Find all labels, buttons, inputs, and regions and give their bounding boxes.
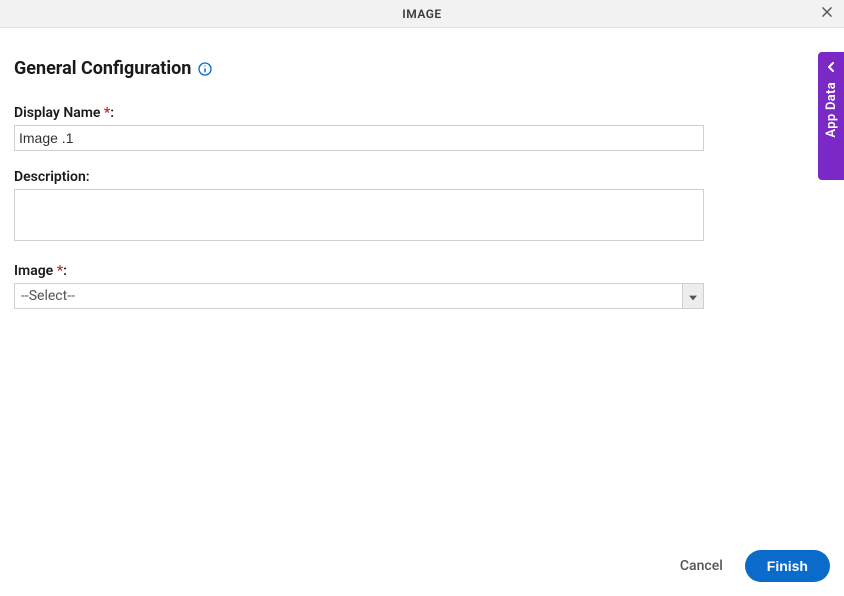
modal-header: IMAGE — [0, 0, 844, 28]
section-title: General Configuration — [14, 58, 191, 79]
side-tab-label: App Data — [824, 82, 839, 138]
close-button[interactable] — [818, 5, 836, 23]
form-content: General Configuration Display Name *: De… — [0, 28, 844, 309]
chevron-left-icon — [824, 60, 838, 74]
cancel-button[interactable]: Cancel — [680, 558, 723, 574]
image-group: Image *: --Select-- — [14, 263, 830, 309]
image-label-text: Image — [14, 263, 53, 279]
finish-button[interactable]: Finish — [745, 550, 830, 582]
label-colon: : — [63, 263, 67, 279]
description-label: Description: — [14, 169, 830, 185]
display-name-group: Display Name *: — [14, 105, 830, 151]
image-label: Image *: — [14, 263, 830, 279]
image-select-display[interactable]: --Select-- — [14, 283, 682, 309]
close-icon — [820, 4, 834, 23]
display-name-label-text: Display Name — [14, 105, 100, 121]
modal-footer: Cancel Finish — [680, 550, 830, 582]
section-header: General Configuration — [14, 58, 830, 79]
image-select[interactable]: --Select-- — [14, 283, 704, 309]
app-data-side-tab[interactable]: App Data — [818, 52, 844, 180]
modal-title: IMAGE — [402, 7, 441, 21]
display-name-input[interactable] — [14, 125, 704, 151]
label-colon: : — [110, 105, 114, 121]
image-select-arrow-button[interactable] — [682, 283, 704, 309]
info-icon[interactable] — [197, 61, 213, 77]
chevron-down-icon — [689, 287, 697, 306]
description-textarea[interactable] — [14, 189, 704, 241]
description-group: Description: — [14, 169, 830, 245]
display-name-label: Display Name *: — [14, 105, 830, 121]
